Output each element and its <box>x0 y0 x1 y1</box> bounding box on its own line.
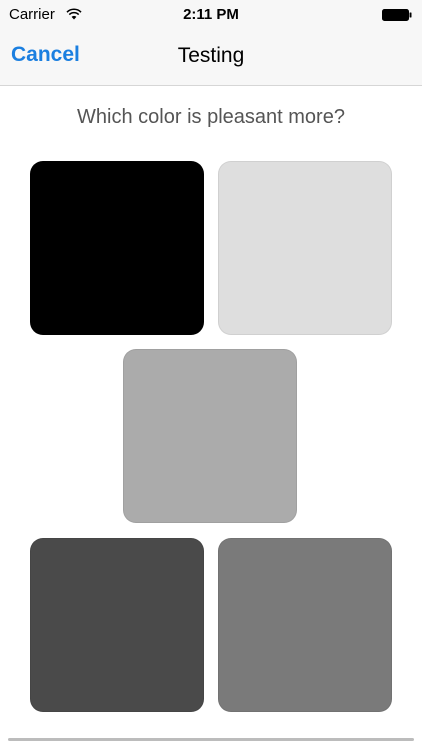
progress-track <box>8 738 414 741</box>
color-swatch-dark-gray[interactable] <box>30 538 204 712</box>
battery-icon <box>382 9 412 21</box>
color-swatch-medium-gray[interactable] <box>218 538 392 712</box>
status-bar: Carrier 2:11 PM <box>0 0 422 30</box>
page-title: Testing <box>177 44 245 67</box>
color-swatch-black[interactable] <box>30 161 204 335</box>
color-swatch-gray[interactable] <box>123 349 297 523</box>
navigation-bar: Cancel Testing <box>0 30 422 86</box>
color-swatch-light-gray[interactable] <box>218 161 392 335</box>
question-text: Which color is pleasant more? <box>77 106 345 128</box>
status-time: 2:11 PM <box>183 6 239 23</box>
